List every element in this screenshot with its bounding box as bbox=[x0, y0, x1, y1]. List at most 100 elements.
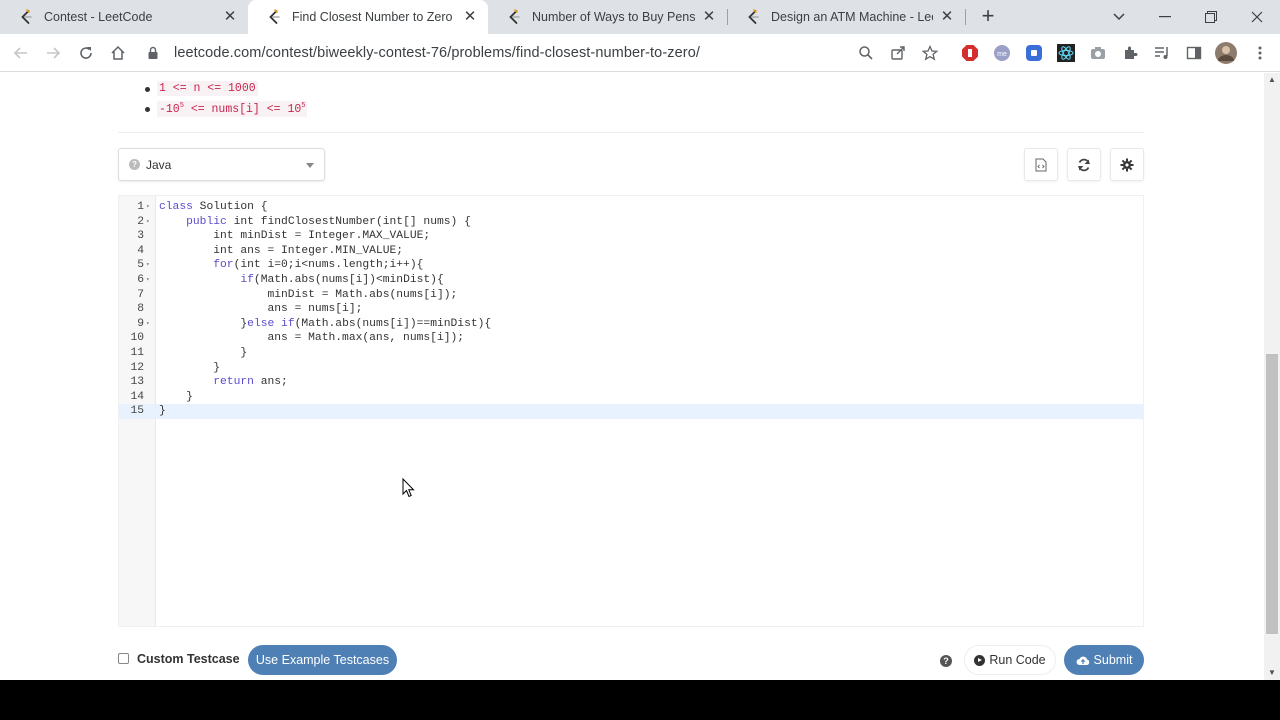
browser-tab[interactable]: Contest - LeetCode ✕ bbox=[0, 0, 248, 34]
code-line[interactable]: 12 } bbox=[119, 361, 1143, 376]
line-number: 3 bbox=[137, 230, 144, 243]
forward-icon[interactable] bbox=[42, 42, 64, 64]
code-line[interactable]: 13 return ans; bbox=[119, 375, 1143, 390]
line-number: 6 bbox=[137, 274, 144, 286]
code-line[interactable]: 2 ▾ public int findClosestNumber(int[] nu… bbox=[119, 215, 1143, 230]
code-line[interactable]: 3 int minDist = Integer.MAX_VALUE; bbox=[119, 229, 1143, 244]
reload-icon[interactable] bbox=[75, 42, 97, 64]
cloud-upload-icon bbox=[1076, 656, 1089, 665]
close-window-icon[interactable] bbox=[1234, 0, 1280, 34]
scroll-up-icon[interactable]: ▲ bbox=[1264, 73, 1280, 87]
line-number: 10 bbox=[130, 332, 144, 345]
code-line[interactable]: 9 ▾ }else if(Math.abs(nums[i])==minDist){ bbox=[119, 317, 1143, 332]
share-icon[interactable] bbox=[888, 43, 908, 63]
code-line[interactable]: 5 ▾ for(int i=0;i<nums.length;i++){ bbox=[119, 258, 1143, 273]
browser-menu-icon[interactable] bbox=[1250, 43, 1270, 63]
code-text: ans = nums[i]; bbox=[159, 303, 363, 316]
tab-search-icon[interactable] bbox=[1096, 0, 1142, 34]
close-icon[interactable]: ✕ bbox=[462, 9, 478, 25]
custom-testcase-checkbox[interactable] bbox=[118, 653, 129, 664]
new-tab-button[interactable]: + bbox=[976, 5, 1000, 29]
code-line[interactable]: 8 ans = nums[i]; bbox=[119, 302, 1143, 317]
address-bar[interactable]: leetcode.com/contest/biweekly-contest-76… bbox=[140, 38, 952, 68]
code-line[interactable]: 1 ▾ class Solution { bbox=[119, 200, 1143, 215]
code-line[interactable]: 11 } bbox=[119, 346, 1143, 361]
browser-tab[interactable]: Number of Ways to Buy Pens and ✕ bbox=[488, 0, 727, 34]
leetcode-logo-icon bbox=[509, 9, 520, 24]
fold-toggle-icon[interactable]: ▾ bbox=[146, 215, 150, 230]
minimize-icon[interactable] bbox=[1142, 0, 1188, 34]
language-select[interactable]: ? Java bbox=[118, 148, 325, 181]
line-number: 11 bbox=[130, 347, 144, 359]
lock-icon bbox=[148, 46, 158, 59]
code-line[interactable]: 15} bbox=[119, 404, 1143, 419]
run-code-button[interactable]: Run Code bbox=[964, 645, 1056, 675]
browser-toolbar: leetcode.com/contest/biweekly-contest-76… bbox=[0, 34, 1280, 72]
code-line[interactable]: 4 int ans = Integer.MIN_VALUE; bbox=[119, 244, 1143, 259]
use-example-testcases-button[interactable]: Use Example Testcases bbox=[248, 645, 397, 675]
profile-avatar[interactable] bbox=[1214, 41, 1238, 65]
line-number: 2 bbox=[137, 215, 144, 228]
zoom-icon[interactable] bbox=[856, 43, 876, 63]
fold-toggle-icon[interactable]: ▾ bbox=[146, 200, 150, 215]
back-icon[interactable] bbox=[10, 42, 32, 64]
code-line[interactable]: 7 minDist = Math.abs(nums[i]); bbox=[119, 288, 1143, 303]
home-icon[interactable] bbox=[107, 42, 129, 64]
chevron-down-icon bbox=[306, 163, 314, 168]
close-icon[interactable]: ✕ bbox=[939, 9, 955, 25]
tab-separator bbox=[965, 9, 966, 25]
side-panel-icon[interactable] bbox=[1184, 43, 1204, 63]
code-line[interactable]: 10 ans = Math.max(ans, nums[i]); bbox=[119, 331, 1143, 346]
code-text: } bbox=[159, 405, 166, 418]
code-text: class Solution { bbox=[159, 201, 268, 213]
tab-title: Contest - LeetCode bbox=[44, 10, 153, 24]
custom-testcase-label[interactable]: Custom Testcase bbox=[137, 652, 240, 666]
leetcode-logo-icon bbox=[21, 9, 32, 24]
close-icon[interactable]: ✕ bbox=[701, 9, 717, 25]
bookmark-star-icon[interactable] bbox=[920, 43, 940, 63]
media-queue-icon[interactable] bbox=[1152, 43, 1172, 63]
code-text: if(Math.abs(nums[i])<minDist){ bbox=[240, 274, 444, 286]
line-number: 8 bbox=[137, 303, 144, 316]
fold-toggle-icon[interactable]: ▾ bbox=[146, 317, 150, 332]
tab-title: Design an ATM Machine - LeetCo bbox=[771, 10, 933, 24]
code-text: public int findClosestNumber(int[] nums)… bbox=[186, 215, 471, 228]
code-line[interactable]: 6 ▾ if(Math.abs(nums[i])<minDist){ bbox=[119, 273, 1143, 288]
help-icon[interactable]: ? bbox=[940, 655, 952, 667]
line-number: 12 bbox=[130, 361, 144, 374]
scroll-down-icon[interactable]: ▼ bbox=[1264, 666, 1280, 680]
code-text: } bbox=[159, 347, 248, 359]
adblock-extension-icon[interactable] bbox=[960, 43, 980, 63]
tab-strip: Contest - LeetCode ✕ Find Closest Number t… bbox=[0, 0, 1280, 34]
line-number: 13 bbox=[130, 376, 144, 389]
url-text: leetcode.com/contest/biweekly-contest-76… bbox=[174, 45, 700, 61]
code-text: int minDist = Integer.MAX_VALUE; bbox=[159, 230, 431, 243]
scroll-thumb[interactable] bbox=[1266, 354, 1278, 634]
code-text: minDist = Math.abs(nums[i]); bbox=[159, 288, 458, 301]
bullet bbox=[145, 107, 150, 112]
browser-tab[interactable]: Design an ATM Machine - LeetCo ✕ bbox=[727, 0, 965, 34]
extension-blue-icon[interactable] bbox=[1024, 43, 1044, 63]
code-editor[interactable]: 1 ▾ class Solution {2 ▾ public int findClos… bbox=[118, 195, 1144, 627]
camera-icon[interactable] bbox=[1088, 43, 1108, 63]
close-icon[interactable]: ✕ bbox=[222, 9, 238, 25]
submit-button[interactable]: Submit bbox=[1064, 645, 1144, 675]
code-line[interactable]: 14 } bbox=[119, 390, 1143, 405]
extension-me-icon[interactable]: me bbox=[992, 43, 1012, 63]
extensions-puzzle-icon[interactable] bbox=[1120, 43, 1140, 63]
reset-code-button[interactable] bbox=[1067, 148, 1101, 181]
bullet bbox=[145, 87, 150, 92]
page-scrollbar[interactable]: ▲ ▼ bbox=[1264, 73, 1280, 680]
divider bbox=[118, 132, 1144, 133]
run-code-label: Run Code bbox=[989, 653, 1046, 667]
restore-icon[interactable] bbox=[1188, 0, 1234, 34]
leetcode-page: 1 <= n <= 1000 -105 <= nums[i] <= 105 ? … bbox=[0, 73, 1264, 680]
constraint-n: 1 <= n <= 1000 bbox=[157, 81, 258, 96]
autocomplete-button[interactable] bbox=[1024, 148, 1058, 181]
fold-toggle-icon[interactable]: ▾ bbox=[146, 258, 150, 273]
editor-settings-button[interactable] bbox=[1110, 148, 1144, 181]
code-text: }else if(Math.abs(nums[i])==minDist){ bbox=[159, 317, 492, 330]
browser-tab[interactable]: Find Closest Number to Zero - Le ✕ bbox=[248, 0, 488, 34]
react-devtools-icon[interactable] bbox=[1056, 43, 1076, 63]
fold-toggle-icon[interactable]: ▾ bbox=[146, 273, 150, 288]
